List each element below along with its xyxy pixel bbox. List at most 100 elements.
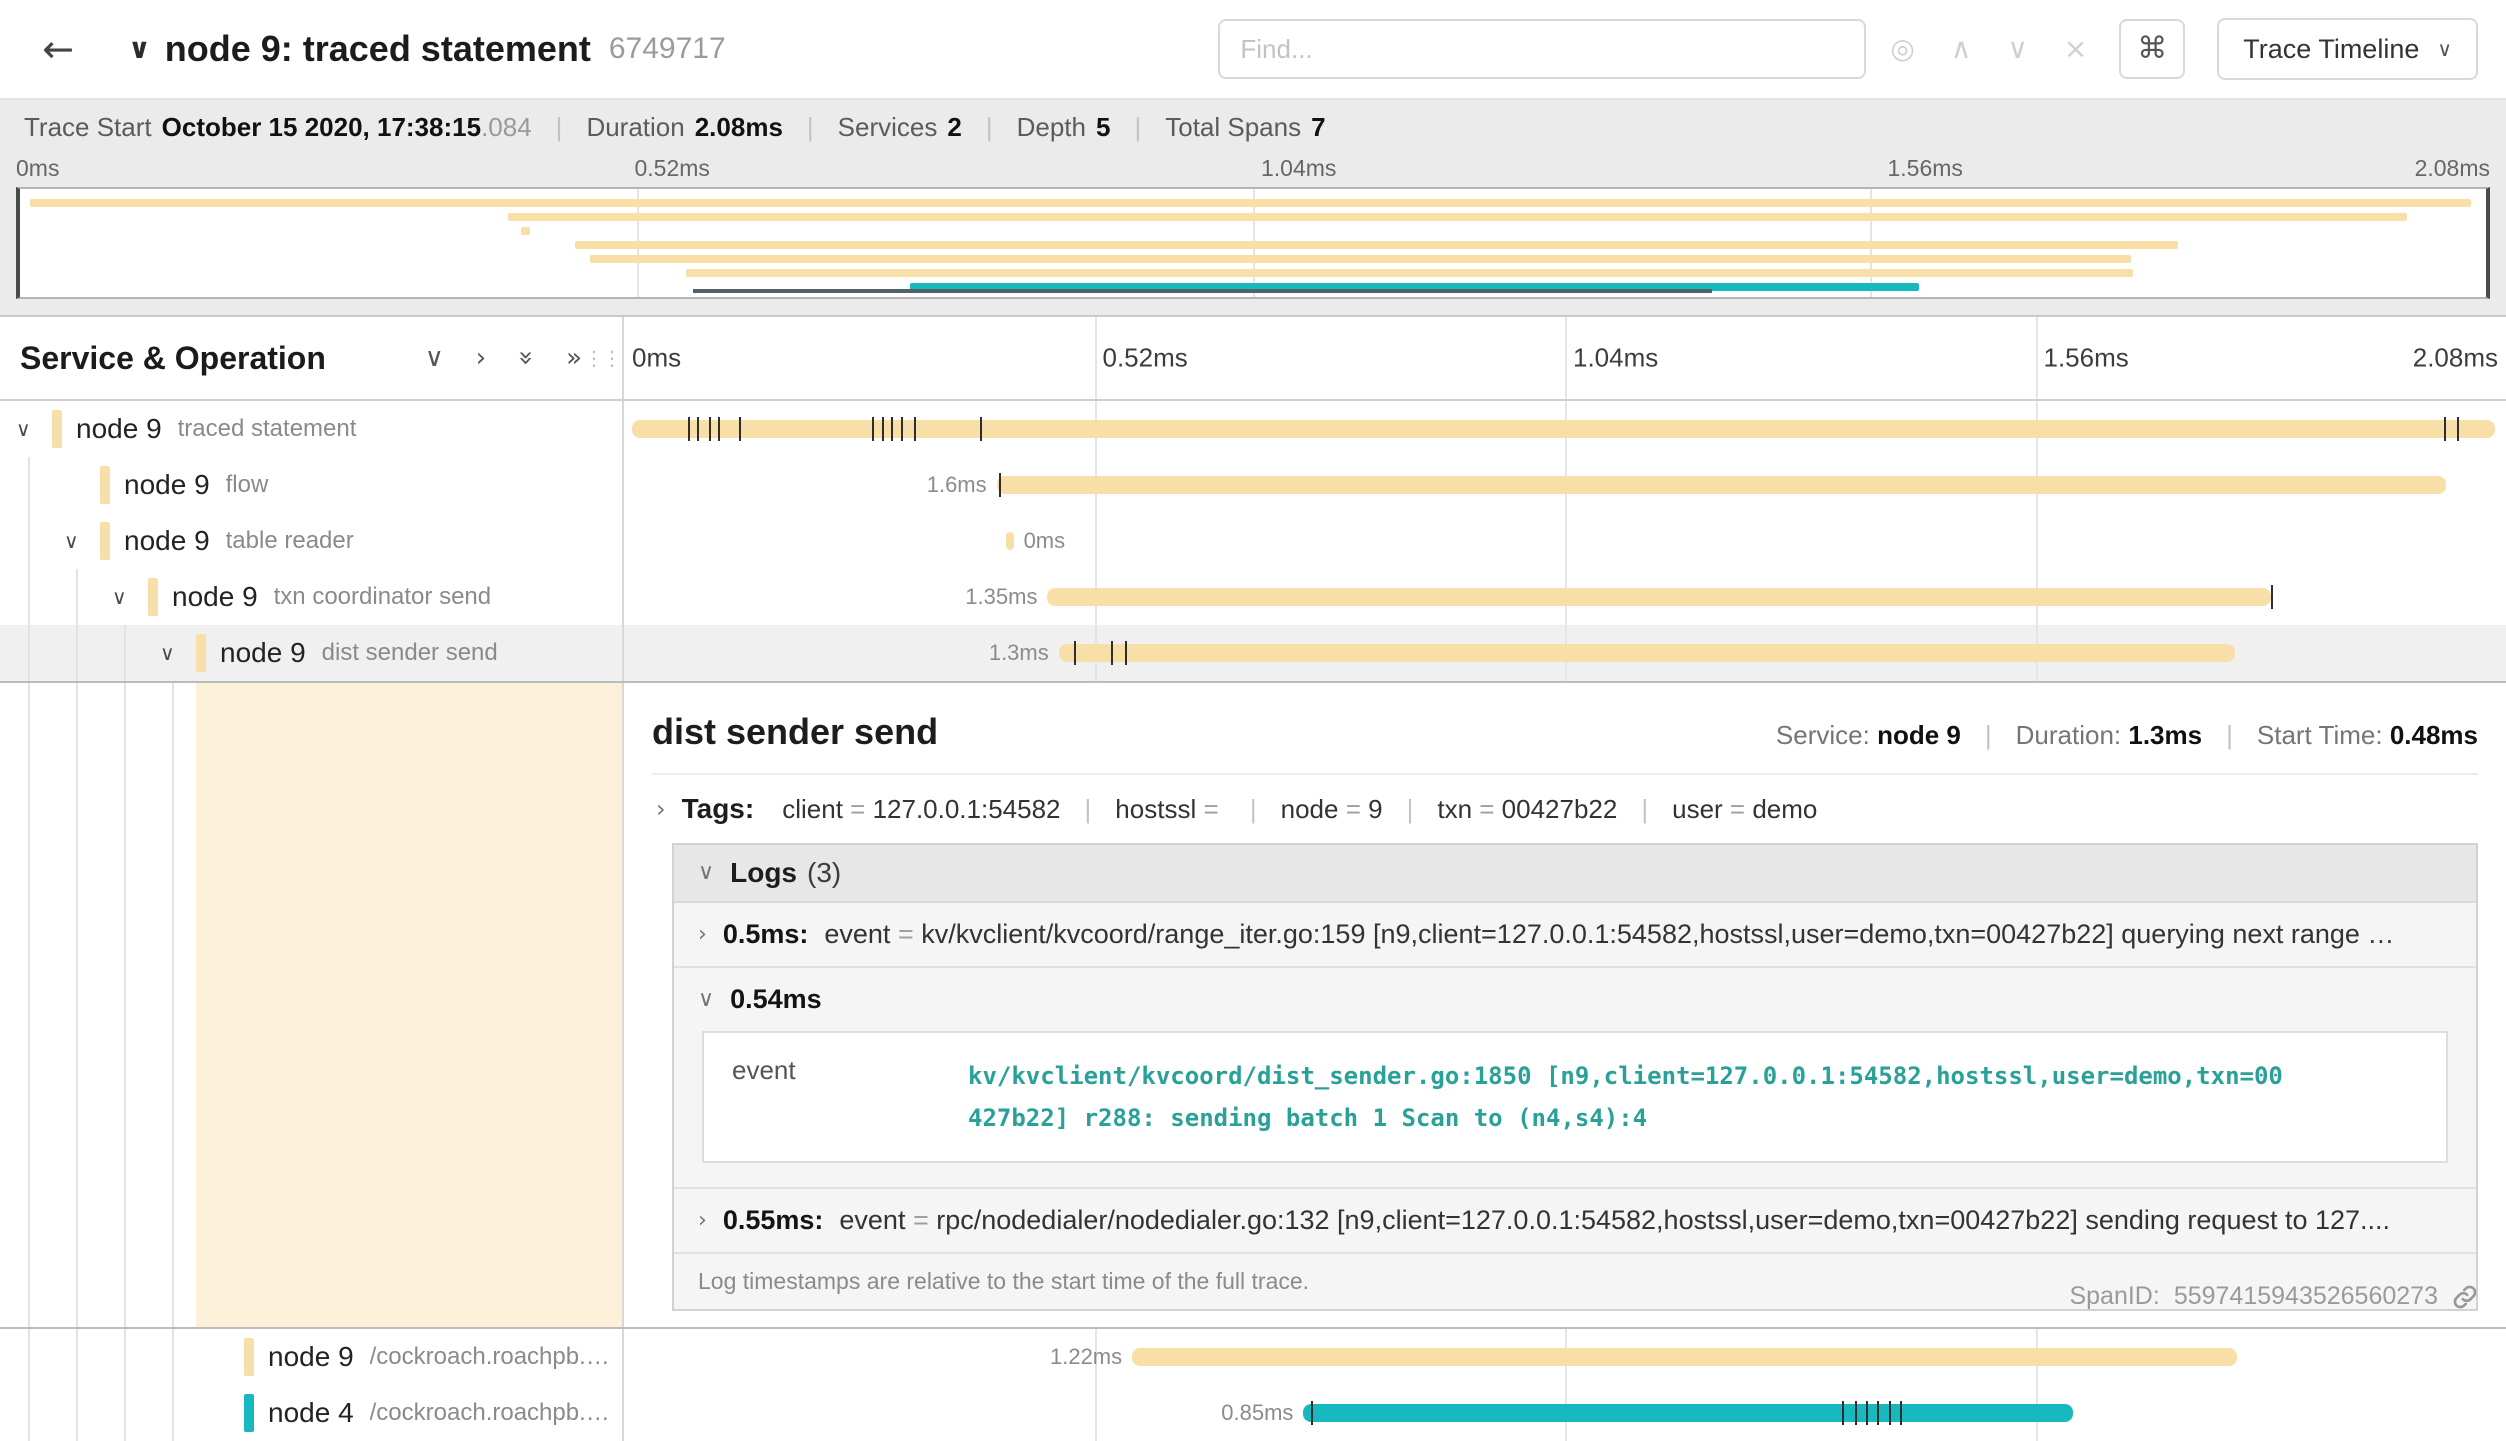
logs-header[interactable]: ∨ Logs (3) bbox=[674, 845, 2476, 903]
chevron-down-icon[interactable]: ∨ bbox=[698, 989, 714, 1011]
log-entry[interactable]: ›0.55ms:event = rpc/nodedialer/nodediale… bbox=[674, 1189, 2476, 1254]
app-root: { "colors": { "tan": "#F8DFA8", "teal": … bbox=[0, 0, 2506, 1438]
tags-row[interactable]: › Tags: client = 127.0.0.1:54582|hostssl… bbox=[652, 775, 2478, 843]
span-bar[interactable] bbox=[1059, 644, 2235, 662]
span-row[interactable]: node 9flow 1.6ms bbox=[0, 457, 2506, 513]
tag-key: node bbox=[1281, 794, 1339, 824]
span-row[interactable]: ∨node 9txn coordinator send1.35ms bbox=[0, 569, 2506, 625]
trace-collapse-chevron-icon[interactable]: ∨ bbox=[128, 35, 151, 63]
span-timeline-cell[interactable]: 0.85ms bbox=[624, 1385, 2506, 1441]
clear-search-icon[interactable]: × bbox=[2064, 35, 2087, 63]
span-bar[interactable] bbox=[632, 420, 2495, 438]
tree-chevron-down-icon[interactable]: ∨ bbox=[160, 643, 196, 663]
view-dropdown-label: Trace Timeline bbox=[2243, 34, 2419, 65]
detail-span-title: dist sender send bbox=[652, 711, 938, 753]
prev-match-icon[interactable]: ∧ bbox=[1951, 35, 1972, 63]
span-name-cell[interactable]: node 9/cockroach.roachpb.I... bbox=[0, 1329, 624, 1385]
tag-value: 00427b22 bbox=[1502, 794, 1618, 824]
minimap-tick-row: 0ms0.52ms1.04ms1.56ms2.08ms bbox=[0, 151, 2506, 187]
span-row[interactable]: node 9/cockroach.roachpb.I...1.22ms bbox=[0, 1329, 2506, 1385]
minimap-span-bar bbox=[575, 241, 2178, 249]
chevron-right-icon[interactable]: › bbox=[698, 1210, 707, 1232]
time-tick-label: 1.04ms bbox=[1573, 343, 1658, 374]
summary-value: 2 bbox=[947, 112, 961, 142]
log-field-key: event bbox=[704, 1033, 940, 1161]
meta-label: Start Time: bbox=[2257, 720, 2383, 750]
span-log-tick bbox=[709, 417, 711, 441]
summary-item: Trace StartOctober 15 2020, 17:38:15.084 bbox=[24, 112, 532, 143]
tag-item: client = 127.0.0.1:54582 bbox=[782, 794, 1060, 824]
back-button[interactable]: ← bbox=[20, 11, 96, 87]
span-name-cell[interactable]: node 4/cockroach.roachpb.I... bbox=[0, 1385, 624, 1441]
match-indicator-icon[interactable]: ◎ bbox=[1890, 35, 1914, 63]
span-bar[interactable] bbox=[1047, 588, 2270, 606]
summary-value: 2.08ms bbox=[695, 112, 783, 142]
collapse-one-icon[interactable]: ∨ bbox=[425, 345, 444, 371]
time-tick-label: 0ms bbox=[16, 155, 59, 182]
column-resizer-handle[interactable]: ⋮⋮ bbox=[584, 348, 620, 368]
log-value: rpc/nodedialer/nodedialer.go:132 [n9,cli… bbox=[936, 1205, 2390, 1235]
span-log-tick bbox=[688, 417, 690, 441]
span-row[interactable]: ∨node 9dist sender send1.3ms bbox=[0, 625, 2506, 681]
span-duration-label: 0ms bbox=[1024, 528, 1066, 554]
span-log-tick bbox=[1111, 641, 1113, 665]
tree-chevron-down-icon[interactable]: ∨ bbox=[112, 587, 148, 607]
next-match-icon[interactable]: ∨ bbox=[2007, 35, 2028, 63]
minimap-span-bar bbox=[30, 199, 2471, 207]
span-timeline-cell[interactable]: 1.22ms bbox=[624, 1329, 2506, 1385]
tree-chevron-down-icon[interactable]: ∨ bbox=[64, 531, 100, 551]
tree-indent-guide bbox=[76, 683, 78, 1327]
log-entry[interactable]: ›0.5ms:event = kv/kvclient/kvcoord/range… bbox=[674, 903, 2476, 968]
link-icon[interactable] bbox=[2452, 1284, 2478, 1310]
tag-equals: = bbox=[1196, 794, 1226, 824]
span-operation-name: flow bbox=[226, 471, 281, 499]
span-row[interactable]: ∨node 9table reader 0ms bbox=[0, 513, 2506, 569]
span-timeline-cell[interactable] bbox=[624, 401, 2506, 457]
log-entry[interactable]: ∨0.54mseventkv/kvclient/kvcoord/dist_sen… bbox=[674, 968, 2476, 1189]
time-tick-label: 0.52ms bbox=[1103, 343, 1188, 374]
trace-id: 6749717 bbox=[609, 32, 726, 66]
span-bar[interactable] bbox=[1006, 532, 1014, 550]
logs-count: (3) bbox=[807, 857, 841, 889]
span-log-tick bbox=[914, 417, 916, 441]
expand-one-icon[interactable]: › bbox=[476, 345, 486, 371]
span-name-cell[interactable]: ∨node 9table reader bbox=[0, 513, 624, 569]
span-timeline-cell[interactable]: 1.3ms bbox=[624, 625, 2506, 681]
span-row[interactable]: node 4/cockroach.roachpb.I...0.85ms bbox=[0, 1385, 2506, 1441]
span-bar[interactable] bbox=[1303, 1404, 2073, 1422]
service-color-chip bbox=[52, 410, 62, 448]
keyboard-shortcuts-button[interactable]: ⌘ bbox=[2119, 19, 2185, 79]
span-operation-name: traced statement bbox=[178, 415, 369, 443]
find-input[interactable] bbox=[1218, 19, 1866, 79]
span-name-cell[interactable]: node 9flow bbox=[0, 457, 624, 513]
span-bar[interactable] bbox=[997, 476, 2446, 494]
span-name-cell[interactable]: ∨node 9txn coordinator send bbox=[0, 569, 624, 625]
expand-all-icon[interactable]: » bbox=[566, 345, 582, 371]
chevron-right-icon[interactable]: › bbox=[698, 924, 707, 946]
summary-value-suffix: .084 bbox=[481, 112, 532, 142]
span-timeline-cell[interactable]: 1.6ms bbox=[624, 457, 2506, 513]
time-tick-label: 1.56ms bbox=[2044, 343, 2129, 374]
span-timeline-cell[interactable]: 1.35ms bbox=[624, 569, 2506, 625]
span-log-tick bbox=[2444, 417, 2446, 441]
tag-item: node = 9 bbox=[1281, 794, 1383, 824]
span-timeline-cell[interactable]: 0ms bbox=[624, 513, 2506, 569]
tree-chevron-down-icon[interactable]: ∨ bbox=[16, 419, 52, 439]
service-color-chip bbox=[100, 522, 110, 560]
view-dropdown-button[interactable]: Trace Timeline ∨ bbox=[2217, 18, 2478, 80]
trace-overview-section: Trace StartOctober 15 2020, 17:38:15.084… bbox=[0, 100, 2506, 317]
span-duration-label: 1.6ms bbox=[927, 472, 987, 498]
span-rows-top: ∨node 9traced statementnode 9flow1.6ms∨n… bbox=[0, 401, 2506, 681]
span-row[interactable]: ∨node 9traced statement bbox=[0, 401, 2506, 457]
tag-key: txn bbox=[1437, 794, 1472, 824]
span-name-cell[interactable]: ∨node 9dist sender send bbox=[0, 625, 624, 681]
span-log-tick bbox=[872, 417, 874, 441]
span-name-cell[interactable]: ∨node 9traced statement bbox=[0, 401, 624, 457]
service-operation-title: Service & Operation bbox=[20, 340, 326, 377]
timeline-header-row: Service & Operation ∨ › » » ⋮⋮ 0ms0.52ms… bbox=[0, 317, 2506, 401]
minimap-canvas[interactable] bbox=[16, 187, 2490, 299]
collapse-all-icon[interactable]: » bbox=[513, 350, 539, 366]
service-color-chip bbox=[100, 466, 110, 504]
tree-indent-guide bbox=[28, 683, 30, 1327]
span-bar[interactable] bbox=[1132, 1348, 2237, 1366]
